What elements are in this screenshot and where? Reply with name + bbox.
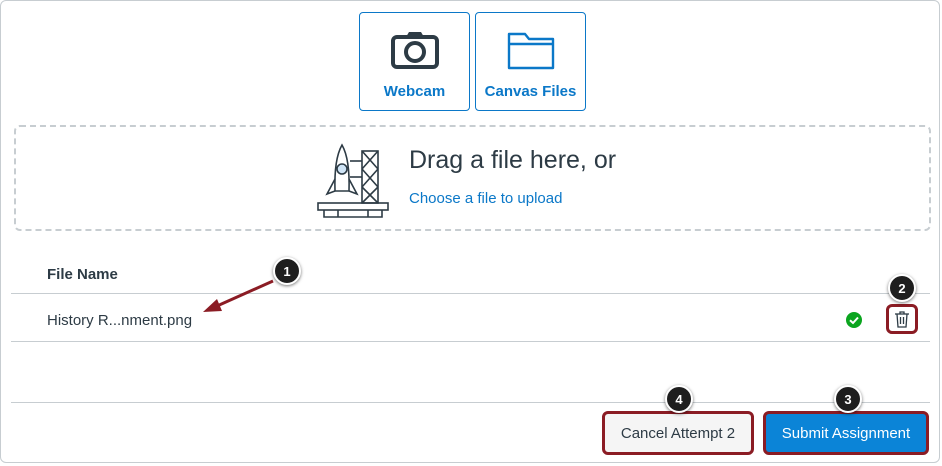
callout-1: 1 [273,257,301,285]
annotation-arrow [203,279,274,312]
callout-2: 2 [888,274,916,302]
callout-4: 4 [665,385,693,413]
submission-panel: Webcam Canvas Files Drag a file here, or… [0,0,940,463]
callout-3: 3 [834,385,862,413]
